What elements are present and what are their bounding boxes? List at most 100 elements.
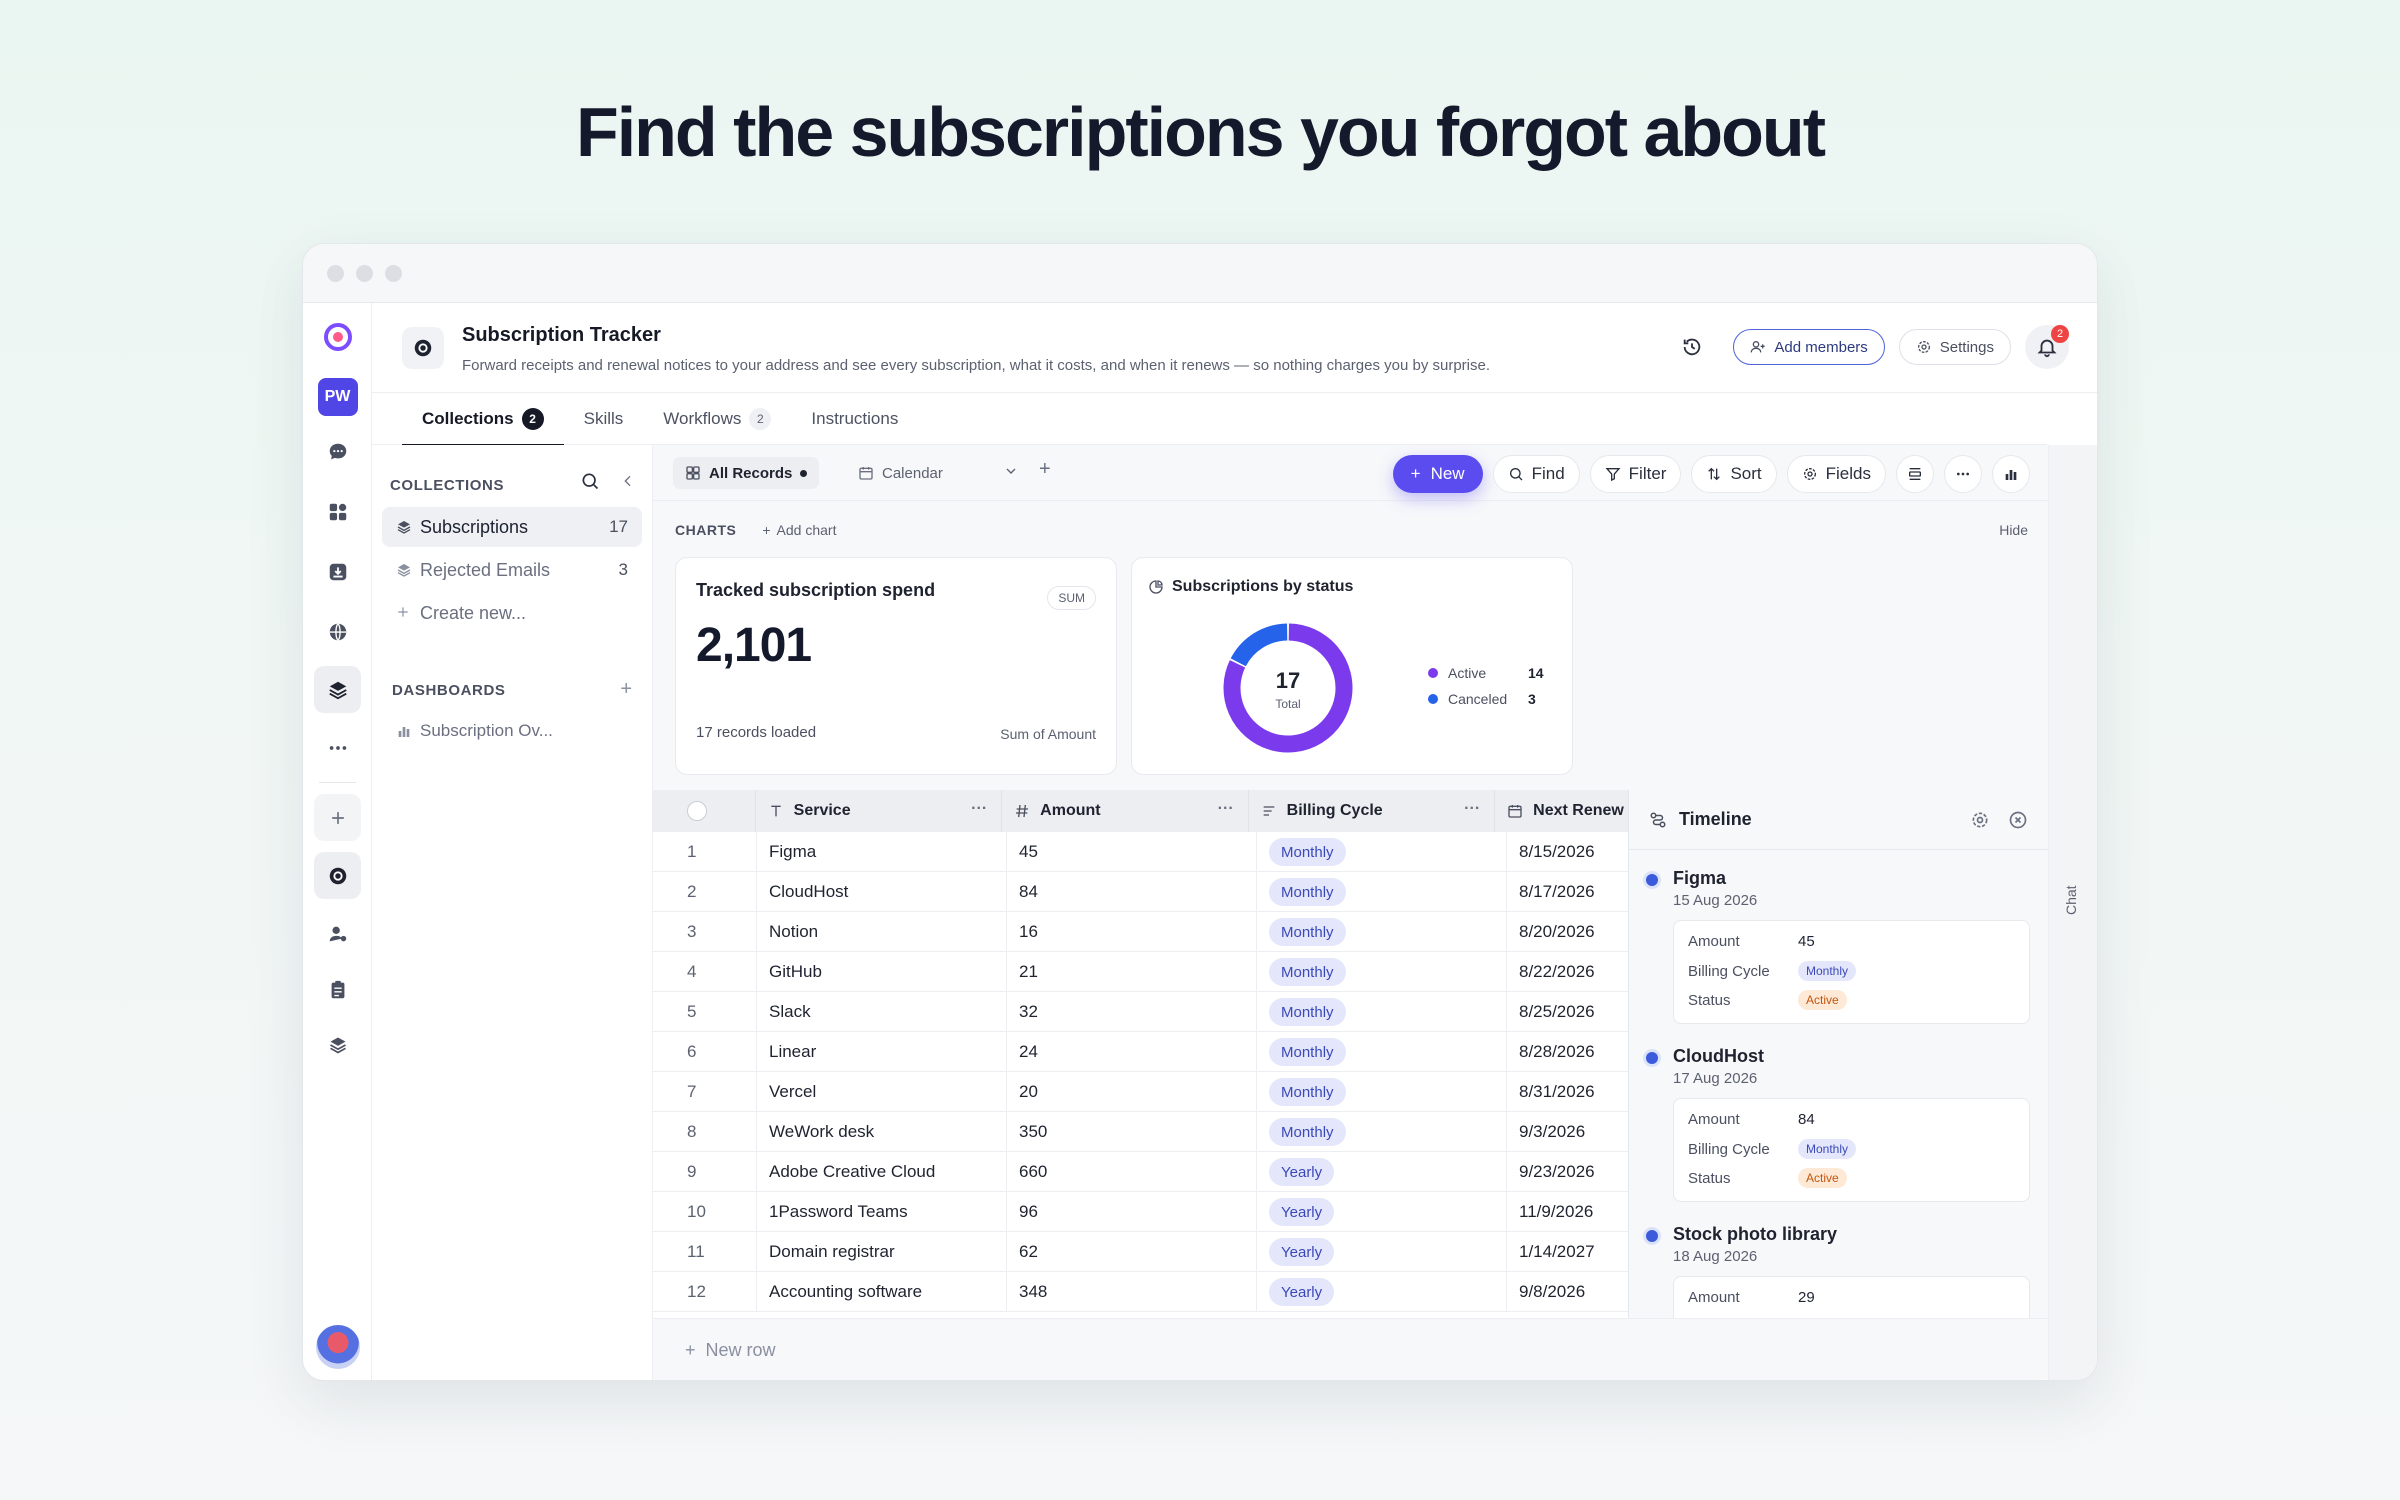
add-view-button[interactable]: + xyxy=(1039,458,1051,481)
amount-cell[interactable]: 24 xyxy=(1007,1032,1257,1072)
table-row[interactable]: 6 Linear 24 Monthly 8/28/2026 xyxy=(653,1032,1628,1072)
service-cell[interactable]: Domain registrar xyxy=(757,1232,1007,1272)
table-row[interactable]: 5 Slack 32 Monthly 8/25/2026 xyxy=(653,992,1628,1032)
rail-chat[interactable] xyxy=(314,428,361,475)
billing-cycle-cell[interactable]: Monthly xyxy=(1257,992,1507,1032)
user-avatar-button[interactable] xyxy=(314,1323,361,1370)
amount-cell[interactable]: 21 xyxy=(1007,952,1257,992)
more-options-button[interactable] xyxy=(1944,455,1982,493)
gear-icon[interactable] xyxy=(1970,810,1990,830)
select-all-checkbox[interactable] xyxy=(687,801,707,821)
amount-cell[interactable]: 348 xyxy=(1007,1272,1257,1312)
service-cell[interactable]: Accounting software xyxy=(757,1272,1007,1312)
table-row[interactable]: 10 1Password Teams 96 Yearly 11/9/2026 xyxy=(653,1192,1628,1232)
spend-card[interactable]: Tracked subscription spend SUM 2,101 17 … xyxy=(675,557,1117,775)
service-cell[interactable]: Linear xyxy=(757,1032,1007,1072)
add-chart-button[interactable]: + Add chart xyxy=(762,522,836,538)
sidebar-item-dashboard[interactable]: Subscription Ov... xyxy=(382,711,642,751)
column-header-amount[interactable]: Amount ··· xyxy=(1002,790,1249,832)
next-renewal-cell[interactable]: 8/31/2026 xyxy=(1507,1072,1628,1112)
billing-cycle-cell[interactable]: Yearly xyxy=(1257,1272,1507,1312)
next-renewal-cell[interactable]: 8/22/2026 xyxy=(1507,952,1628,992)
next-renewal-cell[interactable]: 8/20/2026 xyxy=(1507,912,1628,952)
chevron-down-icon[interactable] xyxy=(1003,463,1019,479)
amount-cell[interactable]: 660 xyxy=(1007,1152,1257,1192)
amount-cell[interactable]: 16 xyxy=(1007,912,1257,952)
workspace-switcher[interactable]: PW xyxy=(314,373,361,420)
fields-button[interactable]: Fields xyxy=(1786,455,1886,493)
app-logo[interactable] xyxy=(314,313,361,360)
table-row[interactable]: 4 GitHub 21 Monthly 8/22/2026 xyxy=(653,952,1628,992)
status-chart-card[interactable]: Subscriptions by status 17 Total Active … xyxy=(1131,557,1573,775)
settings-button[interactable]: Settings xyxy=(1898,329,2011,365)
amount-cell[interactable]: 96 xyxy=(1007,1192,1257,1232)
row-number[interactable]: 2 xyxy=(653,872,757,912)
service-cell[interactable]: Figma xyxy=(757,832,1007,872)
table-row[interactable]: 12 Accounting software 348 Yearly 9/8/2026 xyxy=(653,1272,1628,1312)
view-calendar[interactable]: Calendar xyxy=(858,457,943,489)
billing-cycle-cell[interactable]: Monthly xyxy=(1257,1032,1507,1072)
new-row-button[interactable]: + New row xyxy=(653,1318,2050,1380)
billing-cycle-cell[interactable]: Monthly xyxy=(1257,1112,1507,1152)
amount-cell[interactable]: 32 xyxy=(1007,992,1257,1032)
row-number[interactable]: 11 xyxy=(653,1232,757,1272)
service-cell[interactable]: CloudHost xyxy=(757,872,1007,912)
sidebar-item-rejected-emails[interactable]: Rejected Emails 3 xyxy=(382,550,642,590)
timeline-entry-card[interactable]: Amount 29 xyxy=(1673,1276,2030,1318)
row-number[interactable]: 4 xyxy=(653,952,757,992)
next-renewal-cell[interactable]: 8/28/2026 xyxy=(1507,1032,1628,1072)
window-maximize-dot[interactable] xyxy=(385,264,402,282)
donut-slice-canceled[interactable] xyxy=(1230,623,1288,667)
timeline-entry-card[interactable]: Amount 84 Billing Cycle Monthly Status Active xyxy=(1673,1098,2030,1202)
table-row[interactable]: 2 CloudHost 84 Monthly 8/17/2026 xyxy=(653,872,1628,912)
history-button[interactable] xyxy=(1681,336,1703,358)
table-row[interactable]: 9 Adobe Creative Cloud 660 Yearly 9/23/2026 xyxy=(653,1152,1628,1192)
column-menu-icon[interactable]: ··· xyxy=(971,800,987,818)
amount-cell[interactable]: 350 xyxy=(1007,1112,1257,1152)
sort-button[interactable]: Sort xyxy=(1691,455,1777,493)
window-minimize-dot[interactable] xyxy=(356,264,373,282)
create-new-collection[interactable]: Create new... xyxy=(382,593,642,633)
add-members-button[interactable]: Add members xyxy=(1733,329,1885,365)
table-row[interactable]: 3 Notion 16 Monthly 8/20/2026 xyxy=(653,912,1628,952)
table-row[interactable]: 8 WeWork desk 350 Monthly 9/3/2026 xyxy=(653,1112,1628,1152)
next-renewal-cell[interactable]: 9/3/2026 xyxy=(1507,1112,1628,1152)
next-renewal-cell[interactable]: 9/8/2026 xyxy=(1507,1272,1628,1312)
row-number[interactable]: 10 xyxy=(653,1192,757,1232)
rail-clipboard[interactable] xyxy=(314,966,361,1013)
rail-add-app[interactable] xyxy=(314,794,361,841)
amount-cell[interactable]: 45 xyxy=(1007,832,1257,872)
close-icon[interactable] xyxy=(2008,810,2028,830)
table-row[interactable]: 1 Figma 45 Monthly 8/15/2026 xyxy=(653,832,1628,872)
timeline-entry-card[interactable]: Amount 45 Billing Cycle Monthly Status Active xyxy=(1673,920,2030,1024)
billing-cycle-cell[interactable]: Yearly xyxy=(1257,1192,1507,1232)
column-header-next-renewal[interactable]: Next Renew xyxy=(1495,790,1628,832)
rail-apps[interactable] xyxy=(314,488,361,535)
next-renewal-cell[interactable]: 8/17/2026 xyxy=(1507,872,1628,912)
rail-layers[interactable] xyxy=(314,1021,361,1068)
row-number[interactable]: 12 xyxy=(653,1272,757,1312)
notifications-button[interactable]: 2 xyxy=(2025,325,2069,369)
billing-cycle-cell[interactable]: Monthly xyxy=(1257,912,1507,952)
rail-subscription-tracker[interactable] xyxy=(314,852,361,899)
service-cell[interactable]: WeWork desk xyxy=(757,1112,1007,1152)
next-renewal-cell[interactable]: 1/14/2027 xyxy=(1507,1232,1628,1272)
row-number[interactable]: 1 xyxy=(653,832,757,872)
view-all-records[interactable]: All Records xyxy=(673,457,820,489)
add-dashboard-button[interactable]: + xyxy=(620,678,632,701)
new-record-button[interactable]: + New xyxy=(1392,455,1483,493)
rail-collections[interactable] xyxy=(314,666,361,713)
column-menu-icon[interactable]: ··· xyxy=(1218,800,1234,818)
column-menu-icon[interactable]: ··· xyxy=(1464,800,1480,818)
rail-more[interactable] xyxy=(314,724,361,771)
row-number[interactable]: 3 xyxy=(653,912,757,952)
table-row[interactable]: 11 Domain registrar 62 Yearly 1/14/2027 xyxy=(653,1232,1628,1272)
table-row[interactable]: 7 Vercel 20 Monthly 8/31/2026 xyxy=(653,1072,1628,1112)
service-cell[interactable]: Slack xyxy=(757,992,1007,1032)
search-icon[interactable] xyxy=(580,471,600,491)
service-cell[interactable]: Vercel xyxy=(757,1072,1007,1112)
service-cell[interactable]: Adobe Creative Cloud xyxy=(757,1152,1007,1192)
amount-cell[interactable]: 20 xyxy=(1007,1072,1257,1112)
row-height-button[interactable] xyxy=(1896,455,1934,493)
tab-instructions[interactable]: Instructions xyxy=(791,393,918,445)
